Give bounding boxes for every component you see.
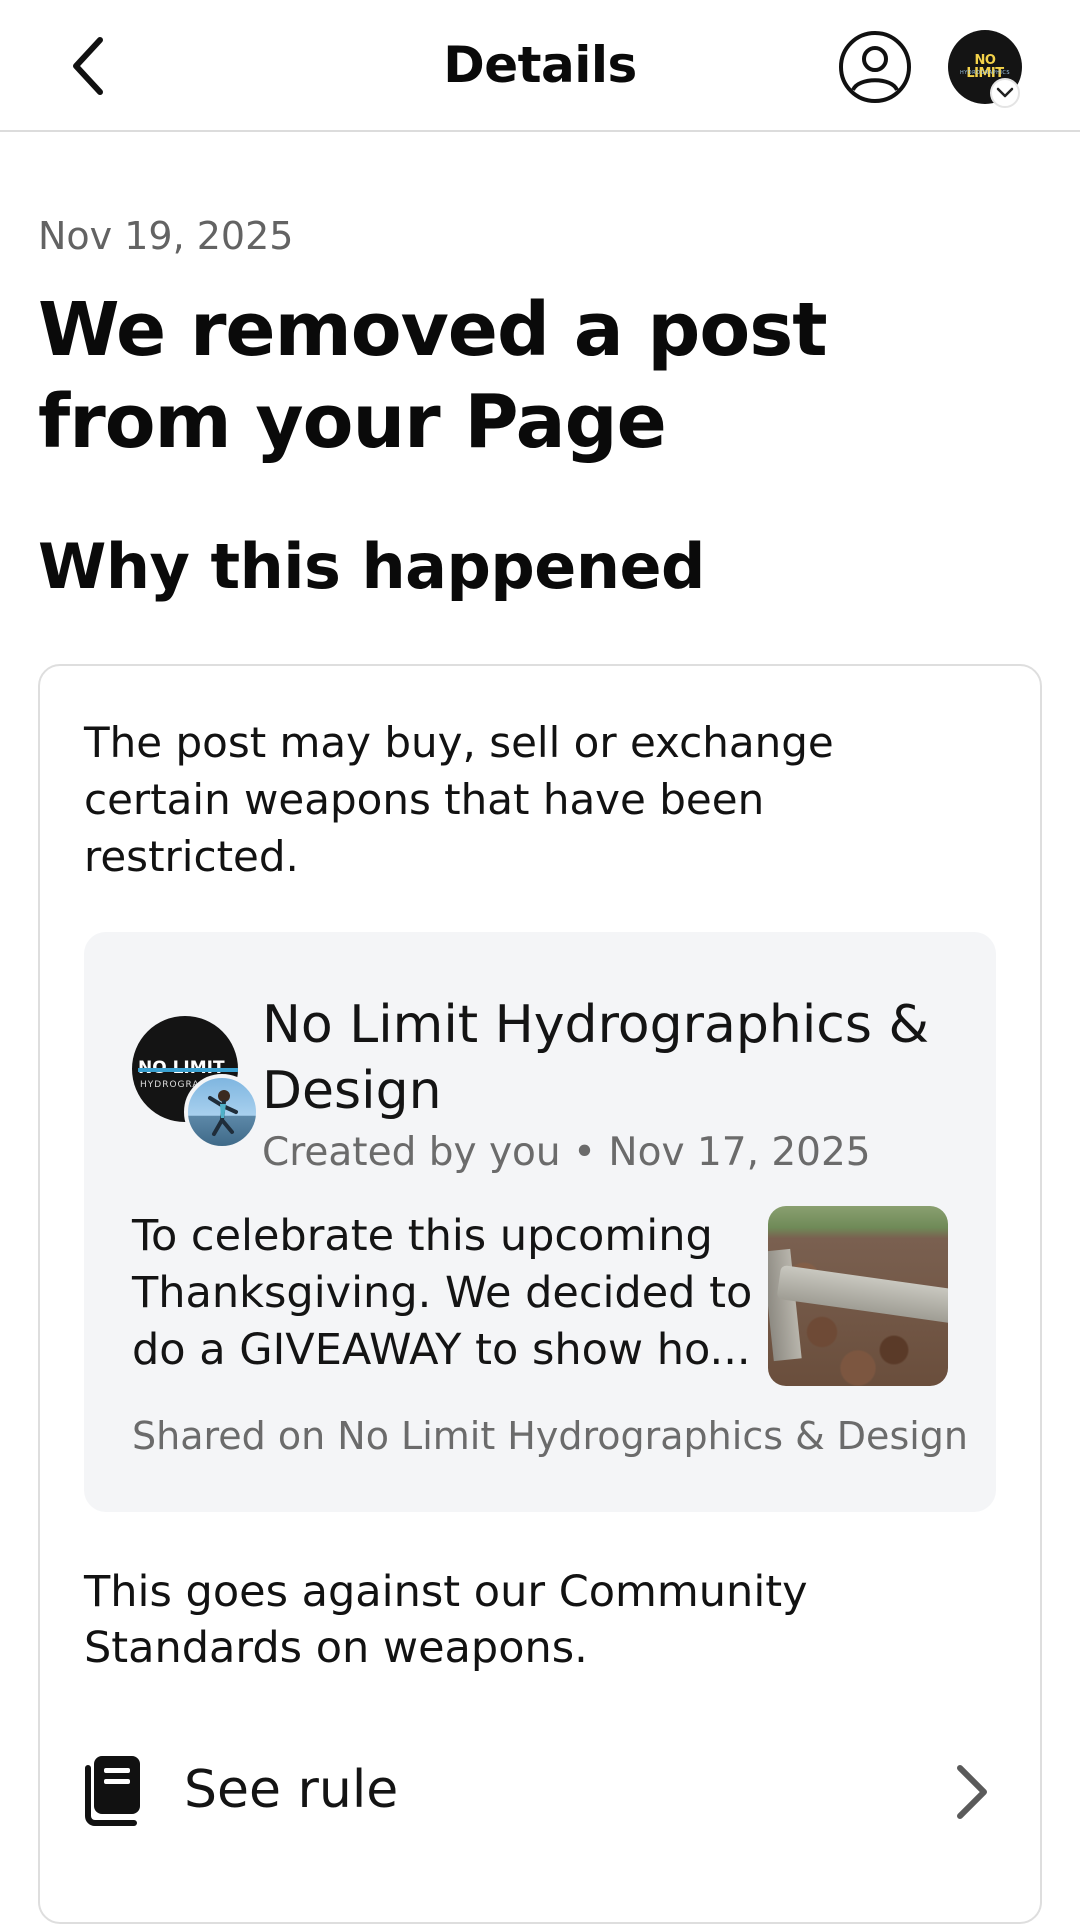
reason-text: The post may buy, sell or exchange certa… [84, 718, 834, 881]
post-meta: Created by you • Nov 17, 2025 [262, 1130, 871, 1175]
section-title: Why this happened [38, 530, 705, 603]
avatar-logo-subtext: HYDROGRAPHICS [959, 70, 1011, 76]
creator-profile-photo [184, 1074, 260, 1150]
top-bar: Details NO LIMIT HYDROGRAPHICS [0, 0, 1080, 132]
post-thumbnail [768, 1206, 948, 1386]
see-rule-link[interactable]: See rule [68, 1734, 1008, 1844]
thumbnail-detail [776, 1264, 948, 1326]
shared-on-text: Shared on No Limit Hydrographics & Desig… [132, 1414, 968, 1458]
post-text: To celebrate this upcoming Thanksgiving.… [132, 1211, 753, 1375]
notice-date: Nov 19, 2025 [38, 214, 294, 258]
chevron-down-icon[interactable] [990, 78, 1020, 108]
profile-button[interactable] [838, 30, 912, 104]
logo-stripe [138, 1068, 238, 1072]
user-circle-icon [839, 31, 911, 103]
notice-headline: We removed a post from your Page [38, 287, 828, 465]
post-page-name: No Limit Hydrographics & Design [262, 995, 930, 1121]
page-title: Details [443, 36, 637, 94]
avatar-logo-text: NO LIMIT [966, 53, 1004, 81]
book-icon [85, 1756, 140, 1826]
community-standards-text: This goes against our Community Standard… [84, 1567, 808, 1673]
see-rule-label: See rule [184, 1760, 399, 1820]
chevron-right-icon [957, 1765, 987, 1819]
